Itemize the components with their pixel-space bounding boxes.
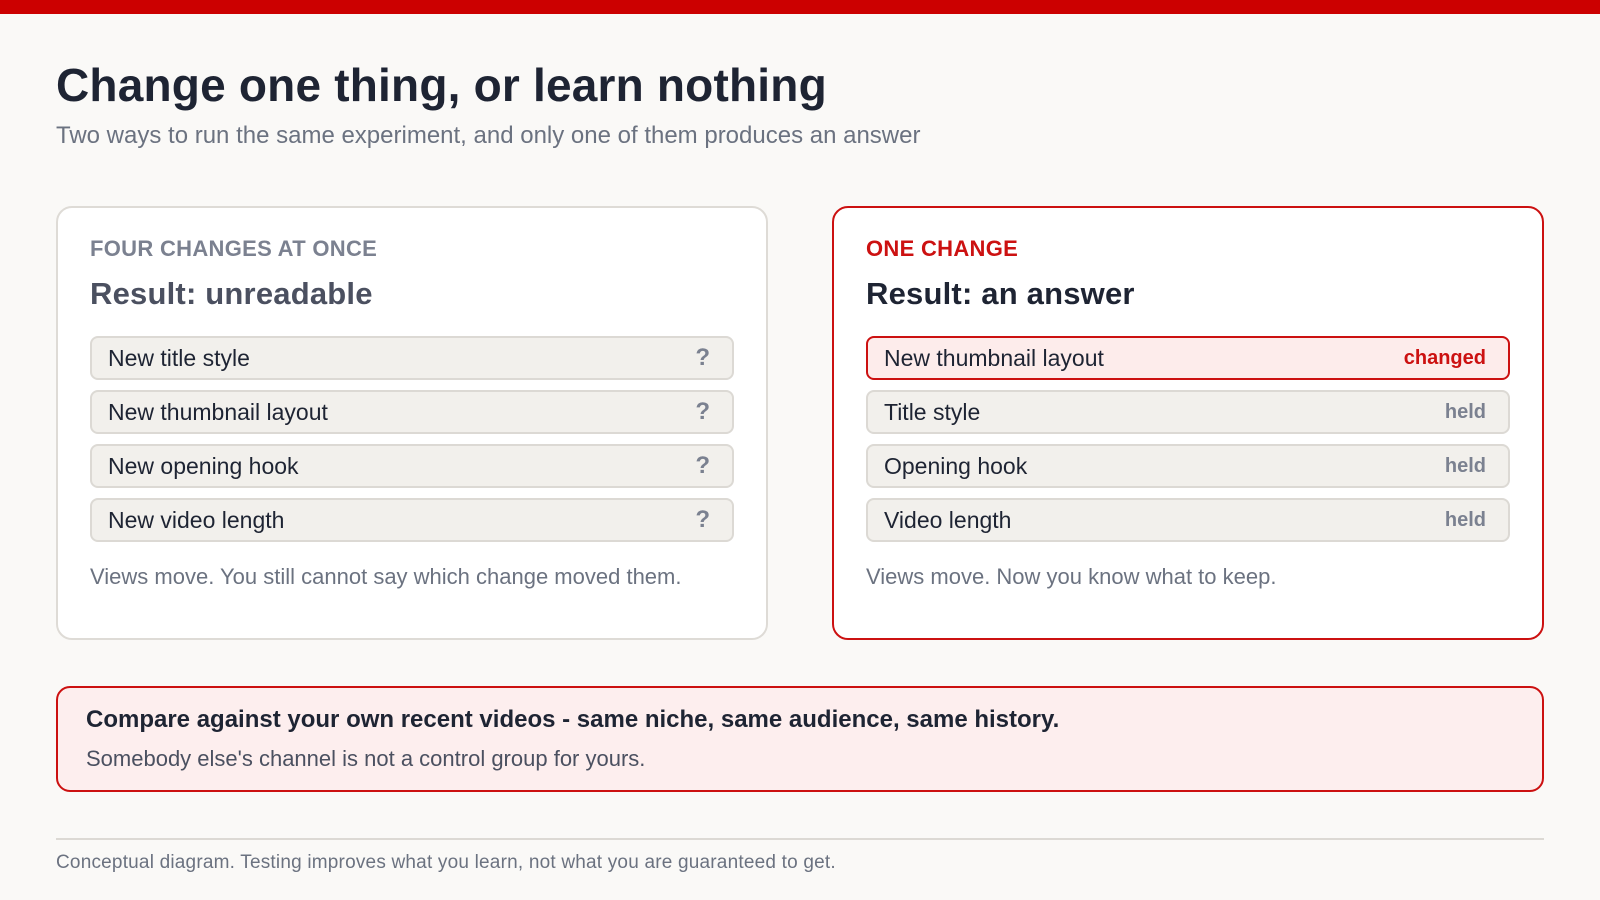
- page-title: Change one thing, or learn nothing: [56, 59, 827, 111]
- variable-label: Title style: [884, 398, 981, 425]
- variable-row-changed: New thumbnail layout changed: [866, 336, 1510, 380]
- held-tag: held: [1444, 454, 1486, 477]
- top-accent-bar: [0, 0, 1600, 14]
- callout-body: Somebody else's channel is not a control…: [86, 746, 646, 771]
- unknown-marker: ?: [695, 452, 710, 479]
- panel-result: Result: an answer: [866, 276, 1135, 311]
- panel-kicker: ONE CHANGE: [866, 236, 1019, 261]
- page-subtitle: Two ways to run the same experiment, and…: [56, 122, 921, 149]
- panel-note: Views move. You still cannot say which c…: [90, 564, 682, 589]
- variable-row: Opening hook held: [866, 444, 1510, 488]
- variable-row: New video length ?: [90, 498, 734, 542]
- variable-label: New title style: [108, 344, 250, 371]
- variable-label: New video length: [108, 506, 285, 533]
- variable-row: New title style ?: [90, 336, 734, 380]
- variable-row: Video length held: [866, 498, 1510, 542]
- variable-list: New thumbnail layout changed Title style…: [866, 336, 1510, 542]
- variable-label: New thumbnail layout: [884, 344, 1104, 371]
- variable-label: New thumbnail layout: [108, 398, 328, 425]
- variable-row: New thumbnail layout ?: [90, 390, 734, 434]
- callout-headline: Compare against your own recent videos -…: [86, 706, 1060, 733]
- variable-label: New opening hook: [108, 452, 299, 479]
- unknown-marker: ?: [695, 506, 710, 533]
- variable-label: Video length: [884, 506, 1012, 533]
- control-group-callout: Compare against your own recent videos -…: [56, 686, 1544, 792]
- variable-list: New title style ? New thumbnail layout ?…: [90, 336, 734, 542]
- variable-label: Opening hook: [884, 452, 1028, 479]
- variable-row: New opening hook ?: [90, 444, 734, 488]
- footnote: Conceptual diagram. Testing improves wha…: [56, 852, 836, 873]
- unknown-marker: ?: [695, 398, 710, 425]
- panel-four-changes: FOUR CHANGES AT ONCE Result: unreadable …: [56, 206, 768, 640]
- held-tag: held: [1444, 508, 1486, 531]
- panel-kicker: FOUR CHANGES AT ONCE: [90, 236, 378, 261]
- held-tag: held: [1444, 400, 1486, 423]
- panel-result: Result: unreadable: [90, 276, 373, 311]
- footer-divider: [56, 838, 1544, 840]
- changed-tag: changed: [1403, 346, 1486, 369]
- variable-row: Title style held: [866, 390, 1510, 434]
- panel-one-change: ONE CHANGE Result: an answer New thumbna…: [832, 206, 1544, 640]
- unknown-marker: ?: [695, 344, 710, 371]
- panel-note: Views move. Now you know what to keep.: [866, 564, 1277, 589]
